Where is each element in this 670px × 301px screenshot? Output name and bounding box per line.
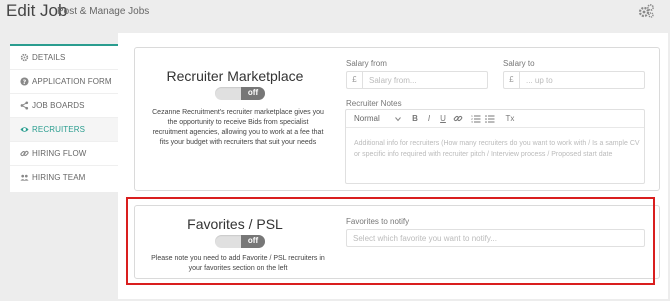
svg-text:?: ? (23, 79, 27, 86)
salary-from-label: Salary from (346, 59, 387, 68)
sidebar-item-hiring-flow[interactable]: HIRING FLOW (10, 142, 118, 166)
marketplace-description: Cezanne Recruitment's recruiter marketpl… (152, 109, 324, 146)
sidebar-item-application-form[interactable]: ? APPLICATION FORM (10, 70, 118, 94)
recruiter-notes-placeholder: Additional info for recruiters (How many… (354, 140, 640, 158)
editor-toolbar: Normal B I U 1 2 3 Tx (346, 110, 644, 128)
salary-to-field[interactable]: £ ... up to (503, 71, 645, 89)
underline-button[interactable]: U (438, 113, 448, 124)
sidebar-item-hiring-team[interactable]: HIRING TEAM (10, 166, 118, 190)
toggle-state: off (247, 88, 259, 97)
italic-button[interactable]: I (424, 113, 434, 124)
sidebar-item-job-boards[interactable]: JOB BOARDS (10, 94, 118, 118)
share-icon (20, 101, 29, 110)
sidebar-item-label: APPLICATION FORM (32, 77, 112, 86)
highlight-box (126, 197, 655, 285)
sidebar-nav: DETAILS ? APPLICATION FORM JOB BOARDS RE… (10, 44, 118, 192)
question-circle-icon: ? (20, 77, 29, 86)
sidebar-item-details[interactable]: DETAILS (10, 46, 118, 70)
currency-addon: £ (504, 72, 520, 88)
recruiter-notes-editor[interactable]: Normal B I U 1 2 3 Tx Additional info fo… (345, 109, 645, 184)
format-select[interactable]: Normal (354, 114, 380, 123)
gears-icon[interactable] (637, 3, 655, 19)
recruiter-notes-label: Recruiter Notes (346, 99, 402, 108)
bold-button[interactable]: B (410, 113, 420, 124)
users-icon (20, 174, 29, 181)
marketplace-toggle[interactable]: off (215, 87, 265, 100)
sidebar-item-label: HIRING FLOW (32, 149, 87, 158)
chevron-down-icon (395, 117, 401, 122)
bullet-list-icon[interactable] (485, 113, 495, 124)
salary-to-placeholder: ... up to (526, 76, 553, 85)
sidebar-item-label: JOB BOARDS (32, 101, 85, 110)
sidebar-item-label: DETAILS (32, 53, 66, 62)
gear-icon (20, 53, 29, 62)
sidebar-item-recruiters[interactable]: RECRUITERS (10, 118, 118, 142)
salary-from-field[interactable]: £ Salary from... (346, 71, 488, 89)
link-icon (20, 150, 29, 157)
clear-format-button[interactable]: Tx (504, 113, 516, 124)
page-subtitle: Post & Manage Jobs (57, 6, 150, 17)
svg-text:3: 3 (471, 120, 473, 124)
salary-to-label: Salary to (503, 59, 535, 68)
ordered-list-icon[interactable]: 1 2 3 (471, 113, 481, 124)
currency-addon: £ (347, 72, 363, 88)
link-icon[interactable] (453, 113, 463, 124)
eye-icon (20, 127, 29, 132)
sidebar-item-label: RECRUITERS (32, 125, 86, 134)
page-header: Edit Job Post & Manage Jobs (0, 0, 670, 26)
salary-from-placeholder: Salary from... (369, 76, 417, 85)
marketplace-title: Recruiter Marketplace (166, 68, 304, 84)
sidebar-item-label: HIRING TEAM (32, 173, 86, 182)
